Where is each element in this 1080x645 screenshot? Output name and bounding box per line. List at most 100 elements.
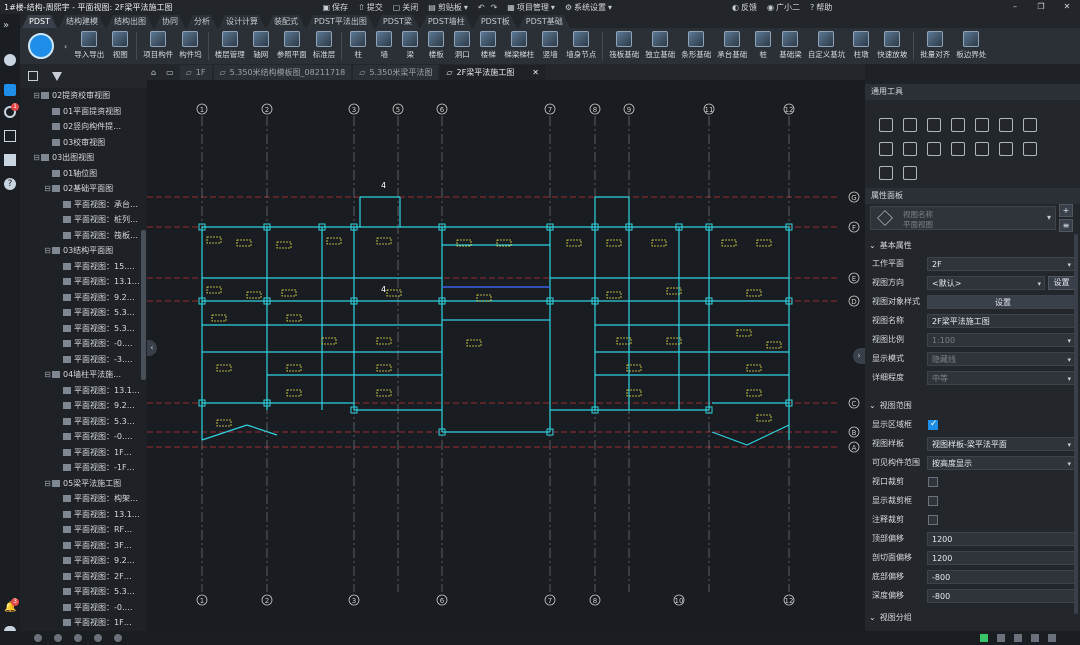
tree-item[interactable]: ⊟ 02基础平面图 [20,181,147,197]
help-circle-icon[interactable]: ? [4,178,16,190]
ribbon-button-0-0[interactable]: 导入导出 [71,29,107,63]
ribbon-button-3-4[interactable]: 洞口 [449,29,475,63]
tree-item[interactable]: 平面视图：9.2… [20,290,147,306]
unpin-icon[interactable] [903,166,917,180]
grid-icon[interactable] [997,634,1005,642]
tree-item[interactable]: 平面视图：13.1… [20,383,147,399]
tree-item[interactable]: 平面视图：1F… [20,615,147,631]
prop-checkbox[interactable] [928,477,938,487]
tree-item[interactable]: 平面视图：3F… [20,538,147,554]
tab-0[interactable]: PDST [22,15,57,28]
prop-value[interactable]: -800 [927,570,1075,584]
prop-value[interactable]: 2F ▾ [927,257,1075,271]
globe-icon[interactable] [4,54,16,66]
minimize-button[interactable]: – [1002,0,1028,14]
ribbon-button-3-8[interactable]: 墙身节点 [563,29,599,63]
prop-value[interactable]: -800 [927,589,1075,603]
ribbon-button-5-0[interactable]: 批量对齐 [917,29,953,63]
layers-icon[interactable] [4,130,16,142]
props-scrollbar[interactable] [1074,234,1078,614]
redo-button[interactable]: ↷ [491,3,498,12]
offset-icon[interactable] [1023,118,1037,132]
model-icon[interactable] [4,84,16,96]
tree-item[interactable]: 平面视图：5.3… [20,584,147,600]
ribbon-button-3-5[interactable]: 楼梯 [475,29,501,63]
tree-toggle-icon[interactable]: ⊟ [43,367,52,383]
move-icon[interactable] [879,118,893,132]
rotate-icon[interactable] [927,118,941,132]
prop-value[interactable]: 1200 [927,551,1075,565]
add-view-button[interactable]: + [1059,204,1073,217]
snap-icon[interactable] [980,634,988,642]
tree-item[interactable]: 平面视图：桩列… [20,212,147,228]
prop-checkbox[interactable] [928,419,938,430]
mirror-icon[interactable] [951,118,965,132]
status-icon[interactable] [74,634,82,642]
prop-value[interactable]: 中等 ▾ [927,371,1075,385]
tree-item[interactable]: 平面视图：2F… [20,569,147,585]
prop-value[interactable]: 1200 [927,532,1075,546]
section-range[interactable]: ⌄ 视图范围 [865,400,912,411]
array-icon[interactable] [999,118,1013,132]
quick-access-settings[interactable]: ⚙ 系统设置 ▾ [565,2,612,13]
ribbon-button-2-1[interactable]: 轴网 [248,29,274,63]
collapse-right-button[interactable]: › [853,348,865,364]
close-window-button[interactable]: ✕ [1054,0,1080,14]
tree-item[interactable]: ⊟ 05梁平法施工图 [20,476,147,492]
tab-2[interactable]: 结构出图 [107,15,153,28]
tree-item[interactable]: 平面视图：5.3… [20,321,147,337]
quick-access-save[interactable]: ▣ 保存 [322,2,348,13]
ribbon-button-4-1[interactable]: 独立基础 [642,29,678,63]
tree-toggle-icon[interactable]: ⊟ [32,150,41,166]
prop-button[interactable]: 设置 [927,295,1075,309]
prop-checkbox[interactable] [928,515,938,525]
tree-toggle-icon[interactable]: ⊟ [43,243,52,259]
doc-tab[interactable]: ▱ 2F梁平法施工图 ✕ [440,65,545,80]
tree-item[interactable]: 平面视图：-3.… [20,352,147,368]
group-icon[interactable] [975,142,989,156]
drawing-canvas[interactable]: 1 2 3 5 6 7 8 9 11 12 1 2 3 6 7 8 10 12 G F E D C B A 4 4 ‹ › [147,80,865,631]
list-icon[interactable] [4,154,16,166]
status-icon[interactable] [34,634,42,642]
tab-9[interactable]: PDST墙柱 [421,15,472,28]
doc-tab[interactable]: ▱ 5.350米结构模板图_08211718 [213,65,352,80]
ribbon-button-2-3[interactable]: 标准层 [310,29,339,63]
expand-icon[interactable]: » [3,20,9,31]
ribbon-button-3-7[interactable]: 竖墙 [537,29,563,63]
tree-item[interactable]: 平面视图：构架… [20,491,147,507]
prop-set-button[interactable]: 设置 [1048,276,1075,290]
tab-home-icon[interactable]: ⌂ [147,65,160,80]
doc-tab[interactable]: ▱ 5.350米梁平法图 [353,65,439,80]
tree-item[interactable]: 01平面提资视图 [20,104,147,120]
tab-3[interactable]: 协同 [155,15,185,28]
prop-value[interactable]: <默认> ▾ [927,276,1045,290]
copy-icon[interactable] [903,118,917,132]
tab-6[interactable]: 装配式 [267,15,305,28]
tree-item[interactable]: 平面视图：15.… [20,259,147,275]
tree-item[interactable]: 平面视图：-0.… [20,429,147,445]
filter-icon[interactable] [52,71,62,81]
tab-window-icon[interactable]: ▭ [162,65,178,80]
section-basic[interactable]: ⌄ 基本属性 [865,240,912,251]
tree-item[interactable]: 平面视图：9.2… [20,553,147,569]
tab-11[interactable]: PDST基础 [519,15,570,28]
layout-icon[interactable] [1048,634,1056,642]
ribbon-button-3-2[interactable]: 梁 [397,29,423,63]
prop-value[interactable]: 按高度显示 ▾ [927,456,1075,470]
delete-icon[interactable] [999,142,1013,156]
tab-5[interactable]: 设计计算 [219,15,265,28]
tree-item[interactable]: 平面视图：1F… [20,445,147,461]
tab-1[interactable]: 结构建模 [59,15,105,28]
status-icon[interactable] [94,634,102,642]
tree-item[interactable]: 平面视图：9.2… [20,398,147,414]
section-group[interactable]: ⌄ 视图分组 [865,612,912,623]
tree-toggle-icon[interactable]: ⊟ [43,181,52,197]
prop-value[interactable]: 隐藏线 ▾ [927,352,1075,366]
ribbon-button-4-2[interactable]: 条形基础 [678,29,714,63]
tree-item[interactable]: 02竖向构件提… [20,119,147,135]
align-icon[interactable] [975,118,989,132]
pdst-logo-button[interactable] [22,28,60,64]
status-icon[interactable] [114,634,122,642]
tree-item[interactable]: 平面视图：筏板… [20,228,147,244]
tree-item[interactable]: ⊟ 04墙柱平法施… [20,367,147,383]
